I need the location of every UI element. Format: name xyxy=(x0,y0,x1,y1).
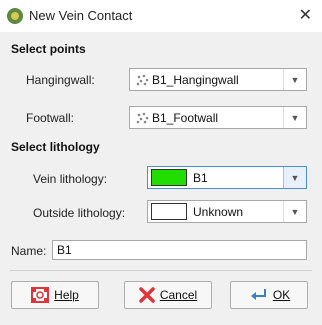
select-lithology-heading: Select lithology xyxy=(11,140,100,154)
select-points-heading-text: Select points xyxy=(11,42,86,56)
title-bar: New Vein Contact ✕ xyxy=(0,0,322,32)
points-object-icon xyxy=(136,112,149,124)
button-divider xyxy=(10,270,312,271)
select-points-heading: Select points xyxy=(11,42,86,56)
outside-lithology-value: Unknown xyxy=(193,205,244,219)
outside-lithology-select[interactable]: Unknown ▼ xyxy=(147,200,307,223)
close-icon[interactable]: ✕ xyxy=(299,5,312,25)
vein-lithology-value: B1 xyxy=(193,171,208,185)
footwall-select[interactable]: B1_Footwall ▼ xyxy=(129,106,307,129)
help-icon xyxy=(31,287,50,303)
name-label: Name: xyxy=(11,244,47,258)
hangingwall-label: Hangingwall: xyxy=(26,73,95,87)
cancel-button[interactable]: Cancel xyxy=(124,281,212,309)
enter-arrow-icon xyxy=(250,289,266,300)
cancel-button-label: Cancel xyxy=(159,288,198,302)
footwall-label: Footwall: xyxy=(26,111,75,125)
chevron-down-icon[interactable]: ▼ xyxy=(283,201,306,222)
outside-color-swatch xyxy=(151,203,187,220)
select-lithology-heading-text: Select lithology xyxy=(11,140,100,154)
hangingwall-value: B1_Hangingwall xyxy=(152,73,239,87)
footwall-value: B1_Footwall xyxy=(152,111,219,125)
chevron-down-icon[interactable]: ▼ xyxy=(283,69,306,90)
cancel-x-icon xyxy=(139,287,155,303)
vein-lithology-label: Vein lithology: xyxy=(33,172,108,186)
name-input-value: B1 xyxy=(57,243,72,257)
help-button-label: Help xyxy=(54,288,79,302)
app-icon xyxy=(7,8,23,24)
points-object-icon xyxy=(136,74,149,86)
outside-lithology-label: Outside lithology: xyxy=(33,206,126,220)
new-vein-contact-dialog: New Vein Contact ✕ Select points Hanging… xyxy=(0,0,322,325)
hangingwall-select[interactable]: B1_Hangingwall ▼ xyxy=(129,68,307,91)
help-button[interactable]: Help xyxy=(11,281,99,309)
ok-button[interactable]: OK xyxy=(230,281,308,309)
chevron-down-icon[interactable]: ▼ xyxy=(283,107,306,128)
chevron-down-icon[interactable]: ▼ xyxy=(283,167,306,188)
ok-button-label: OK xyxy=(272,288,291,302)
vein-color-swatch xyxy=(151,169,187,186)
name-input[interactable]: B1 xyxy=(52,240,307,260)
vein-lithology-select[interactable]: B1 ▼ xyxy=(147,166,307,189)
window-title: New Vein Contact xyxy=(29,8,133,23)
